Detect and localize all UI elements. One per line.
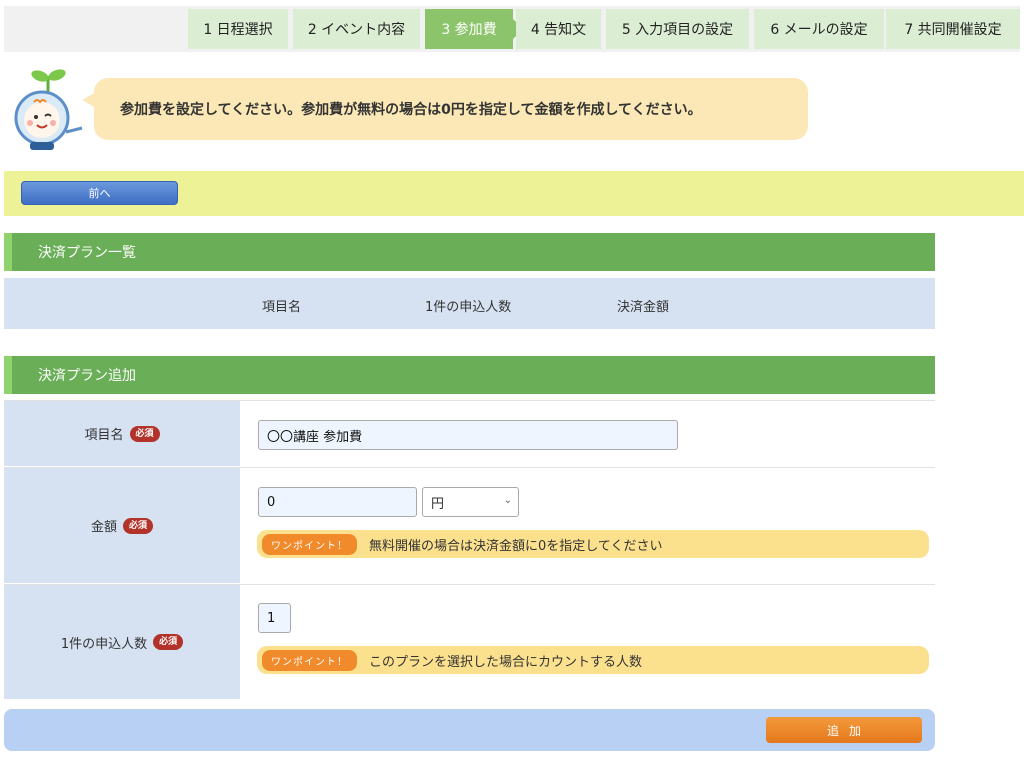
- submit-bar: 追加: [4, 709, 935, 751]
- applicants-label-cell: 1件の申込人数 必須: [4, 585, 240, 699]
- chevron-down-icon: ⌄: [503, 495, 512, 506]
- item-name-input[interactable]: 〇〇講座 参加費: [258, 420, 678, 450]
- currency-select[interactable]: 円 ⌄: [422, 487, 519, 517]
- tip-badge: ワンポイント！: [262, 533, 357, 555]
- applicants-input[interactable]: 1: [258, 603, 291, 633]
- step-tab-5[interactable]: 5 入力項目の設定: [606, 9, 749, 49]
- back-button[interactable]: 前へ: [21, 181, 178, 205]
- instruction-message: 参加費を設定してください。参加費が無料の場合は0円を指定して金額を作成してくださ…: [82, 78, 808, 140]
- amount-row: 金額 必須 0 円 ⌄ ワンポイント！ 無料開催の場合は決済金額に0を指定してく…: [4, 467, 935, 583]
- plan-list-columns: 項目名 1件の申込人数 決済金額: [4, 278, 935, 329]
- item-name-row: 項目名 必須 〇〇講座 参加費: [4, 400, 935, 466]
- amount-tip: ワンポイント！ 無料開催の場合は決済金額に0を指定してください: [257, 530, 929, 558]
- required-badge: 必須: [153, 634, 184, 650]
- step-tab-7[interactable]: 7 共同開催設定: [886, 9, 1020, 49]
- amount-label: 金額: [90, 520, 117, 535]
- tip-text: 無料開催の場合は決済金額に0を指定してください: [369, 538, 663, 554]
- step-tab-6[interactable]: 6 メールの設定: [754, 9, 884, 49]
- step-tab-1[interactable]: 1 日程選択: [188, 9, 288, 49]
- column-applicants: 1件の申込人数: [425, 300, 512, 315]
- amount-label-cell: 金額 必須: [4, 468, 240, 583]
- applicants-row: 1件の申込人数 必須 1 ワンポイント！ このプランを選択した場合にカウントする…: [4, 584, 935, 699]
- tip-text: このプランを選択した場合にカウントする人数: [369, 654, 643, 670]
- required-badge: 必須: [123, 517, 154, 534]
- amount-input[interactable]: 0: [258, 487, 417, 517]
- step-navigation: 1 日程選択 2 イベント内容 3 参加費 4 告知文 5 入力項目の設定 6 …: [4, 6, 1020, 52]
- applicants-label: 1件の申込人数: [60, 636, 148, 652]
- plan-list-header: 決済プラン一覧: [4, 233, 935, 271]
- step-tab-3[interactable]: 3 参加費: [425, 9, 523, 49]
- step-tab-4[interactable]: 4 告知文: [516, 9, 601, 49]
- plan-add-header: 決済プラン追加: [4, 356, 935, 394]
- add-button[interactable]: 追加: [766, 717, 922, 743]
- currency-value: 円: [431, 496, 445, 512]
- step-tab-2[interactable]: 2 イベント内容: [293, 9, 420, 49]
- mascot-icon: [8, 66, 88, 156]
- column-amount: 決済金額: [617, 300, 670, 315]
- applicants-tip: ワンポイント！ このプランを選択した場合にカウントする人数: [257, 646, 929, 674]
- item-name-label-cell: 項目名 必須: [4, 401, 240, 466]
- item-name-label: 項目名: [84, 428, 124, 443]
- navigation-bar: 前へ: [4, 171, 1024, 216]
- required-badge: 必須: [129, 425, 160, 442]
- tip-badge: ワンポイント！: [262, 649, 357, 671]
- column-item-name: 項目名: [262, 300, 302, 315]
